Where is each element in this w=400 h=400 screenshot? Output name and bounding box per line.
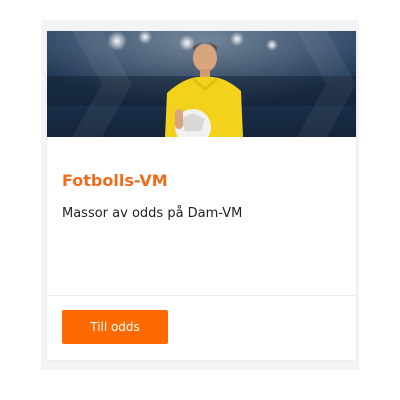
- card-divider: [47, 295, 356, 296]
- promo-description: Massor av odds på Dam-VM: [62, 206, 243, 221]
- hero-image: [47, 31, 356, 137]
- promo-card-container: Fotbolls-VM Massor av odds på Dam-VM Til…: [41, 20, 359, 370]
- promo-card[interactable]: Fotbolls-VM Massor av odds på Dam-VM Til…: [47, 31, 356, 360]
- promo-title: Fotbolls-VM: [62, 171, 168, 190]
- till-odds-button[interactable]: Till odds: [62, 310, 168, 344]
